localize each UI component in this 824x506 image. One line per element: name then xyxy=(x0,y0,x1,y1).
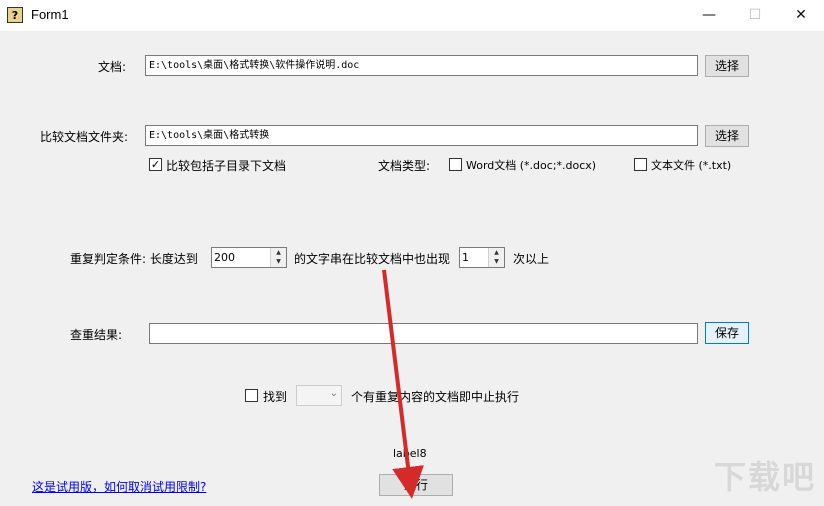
include-subdirs-checkbox[interactable]: ✓ xyxy=(149,158,162,171)
window-title: Form1 xyxy=(31,7,69,22)
maximize-button[interactable]: ☐ xyxy=(732,0,778,31)
status-label: label8 xyxy=(393,447,427,460)
compare-folder-select-button[interactable]: 选择 xyxy=(705,125,749,147)
chevron-down-icon: ⌄ xyxy=(329,388,338,399)
run-button[interactable]: 运行 xyxy=(379,474,453,496)
word-type-checkbox[interactable] xyxy=(449,158,462,171)
count-value: 1 xyxy=(462,251,469,264)
document-path-input[interactable]: E:\tools\桌面\格式转换\软件操作说明.doc xyxy=(145,55,698,76)
save-button[interactable]: 保存 xyxy=(705,322,749,344)
app-icon: ? xyxy=(7,7,23,23)
stop-label-after: 个有重复内容的文档即中止执行 xyxy=(351,390,520,404)
doc-type-label: 文档类型: xyxy=(378,159,431,173)
stepper-down-icon[interactable]: ▼ xyxy=(271,257,286,266)
length-stepper[interactable]: 200 ▲ ▼ xyxy=(211,247,287,268)
condition-label: 重复判定条件: 长度达到 xyxy=(70,252,198,266)
length-value: 200 xyxy=(214,251,235,264)
stepper-up-icon[interactable]: ▲ xyxy=(489,248,504,257)
include-subdirs-label: 比较包括子目录下文档 xyxy=(166,159,287,173)
document-label: 文档: xyxy=(98,60,127,74)
form-client-area xyxy=(0,31,824,506)
document-select-button[interactable]: 选择 xyxy=(705,55,749,77)
result-input[interactable] xyxy=(149,323,698,344)
stop-count-select[interactable]: ⌄ xyxy=(296,385,342,406)
minimize-button[interactable]: — xyxy=(686,0,732,31)
text-type-checkbox[interactable] xyxy=(634,158,647,171)
text-type-label: 文本文件 (*.txt) xyxy=(651,159,732,172)
stop-checkbox[interactable] xyxy=(245,389,258,402)
condition-middle-text: 的文字串在比较文档中也出现 xyxy=(294,252,451,266)
compare-folder-input[interactable]: E:\tools\桌面\格式转换 xyxy=(145,125,698,146)
stepper-up-icon[interactable]: ▲ xyxy=(271,248,286,257)
close-button[interactable]: ✕ xyxy=(778,0,824,31)
condition-suffix: 次以上 xyxy=(513,252,550,266)
trial-help-link[interactable]: 这是试用版，如何取消试用限制? xyxy=(32,478,206,495)
stop-label-before: 找到 xyxy=(263,390,288,404)
watermark-logo: 下载吧 xyxy=(713,458,816,496)
stepper-down-icon[interactable]: ▼ xyxy=(489,257,504,266)
title-bar: ? Form1 — ☐ ✕ xyxy=(0,0,824,31)
compare-folder-label: 比较文档文件夹: xyxy=(40,130,129,144)
count-stepper[interactable]: 1 ▲ ▼ xyxy=(459,247,505,268)
word-type-label: Word文档 (*.doc;*.docx) xyxy=(466,159,597,172)
result-label: 查重结果: xyxy=(70,328,123,342)
